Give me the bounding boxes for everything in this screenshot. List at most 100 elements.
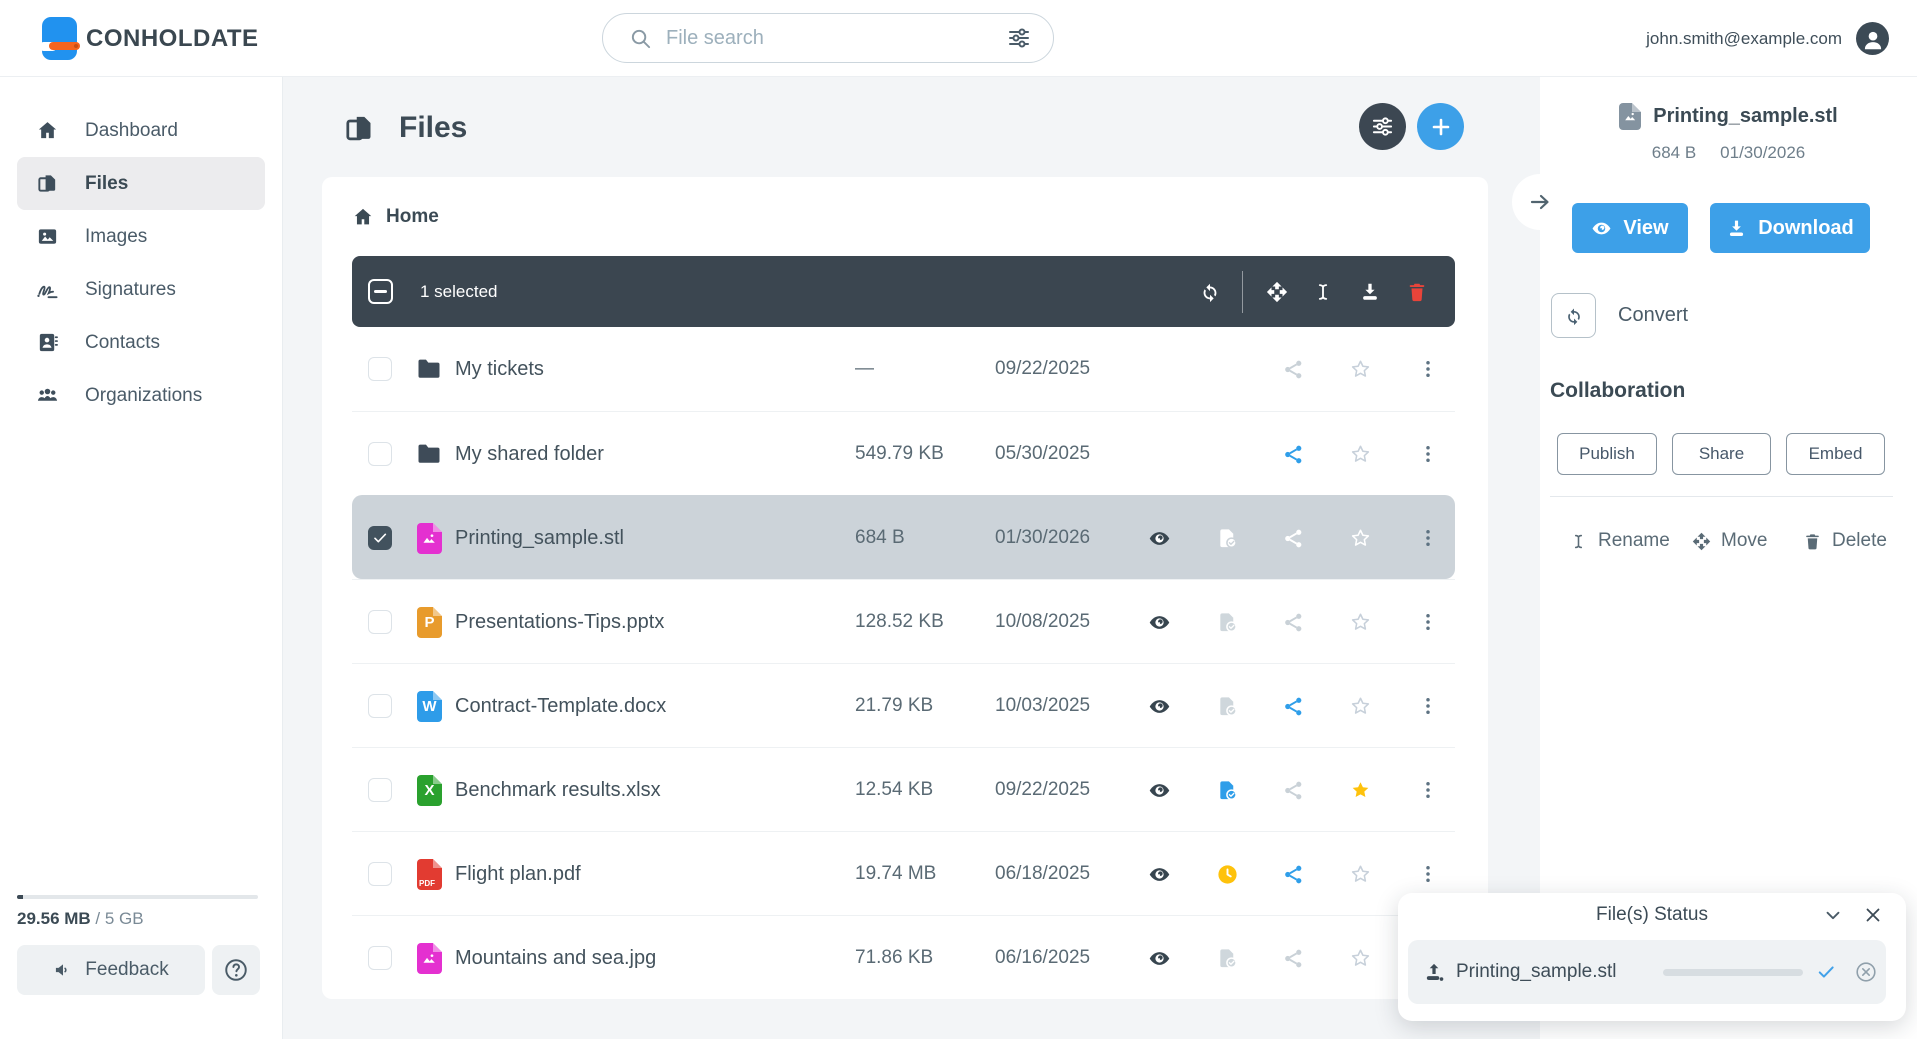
search-filter-icon[interactable] — [1007, 26, 1031, 50]
table-row[interactable]: P Presentations-Tips.pptx 128.52 KB 10/0… — [352, 579, 1455, 663]
more-options-icon[interactable] — [1408, 580, 1448, 664]
preview-eye-icon[interactable] — [1139, 832, 1179, 916]
share-icon[interactable] — [1273, 664, 1313, 748]
help-button[interactable] — [212, 945, 260, 995]
table-row[interactable]: My tickets — 09/22/2025 — [352, 327, 1455, 411]
row-checkbox[interactable] — [368, 442, 392, 466]
row-checkbox[interactable] — [368, 694, 392, 718]
refresh-button[interactable] — [1190, 256, 1230, 327]
docx-file-icon: W — [417, 691, 442, 722]
brand-logo[interactable]: CONHOLDATE — [42, 17, 259, 60]
select-all-checkbox[interactable] — [368, 279, 393, 304]
row-checkbox[interactable] — [368, 610, 392, 634]
sidebar-item-contacts[interactable]: Contacts — [0, 316, 282, 369]
table-row[interactable]: X Benchmark results.xlsx 12.54 KB 09/22/… — [352, 747, 1455, 831]
star-icon[interactable] — [1340, 748, 1380, 832]
sidebar-item-label: Organizations — [85, 385, 202, 407]
more-options-icon[interactable] — [1408, 412, 1448, 496]
search-input[interactable] — [666, 27, 1007, 50]
cancel-circle-icon[interactable] — [1854, 960, 1878, 984]
view-button[interactable]: View — [1572, 203, 1688, 253]
row-checkbox[interactable] — [368, 946, 392, 970]
star-icon[interactable] — [1340, 496, 1380, 580]
avatar[interactable] — [1856, 22, 1889, 55]
table-row[interactable]: W Contract-Template.docx 21.79 KB 10/03/… — [352, 663, 1455, 747]
file-size: 549.79 KB — [855, 412, 944, 496]
more-options-icon[interactable] — [1408, 748, 1448, 832]
download-button[interactable]: Download — [1710, 203, 1870, 253]
more-options-icon[interactable] — [1408, 664, 1448, 748]
add-button[interactable] — [1417, 103, 1464, 150]
row-checkbox[interactable] — [368, 357, 392, 381]
more-options-icon[interactable] — [1408, 327, 1448, 411]
table-row[interactable]: PDF Flight plan.pdf 19.74 MB 06/18/2025 — [352, 831, 1455, 915]
sidebar-item-signatures[interactable]: Signatures — [0, 263, 282, 316]
upload-progressbar — [1663, 969, 1803, 976]
file-status-icon[interactable] — [1207, 580, 1247, 664]
share-icon[interactable] — [1273, 496, 1313, 580]
publish-button[interactable]: Publish — [1557, 433, 1657, 475]
rename-action[interactable]: Rename — [1569, 519, 1670, 563]
breadcrumb-label: Home — [386, 206, 439, 228]
download-button[interactable] — [1350, 256, 1390, 327]
file-status-icon[interactable] — [1207, 916, 1247, 1000]
file-status-icon[interactable] — [1207, 748, 1247, 832]
file-status-icon[interactable] — [1207, 496, 1247, 580]
chevron-down-icon[interactable] — [1822, 904, 1844, 926]
collaboration-heading: Collaboration — [1550, 379, 1685, 403]
view-settings-button[interactable] — [1359, 103, 1406, 150]
share-icon[interactable] — [1273, 916, 1313, 1000]
share-icon[interactable] — [1273, 412, 1313, 496]
share-icon[interactable] — [1273, 832, 1313, 916]
embed-button[interactable]: Embed — [1786, 433, 1885, 475]
table-row[interactable]: My shared folder 549.79 KB 05/30/2025 — [352, 411, 1455, 495]
convert-button[interactable] — [1551, 293, 1596, 338]
delete-button[interactable] — [1397, 256, 1437, 327]
more-options-icon[interactable] — [1408, 496, 1448, 580]
collapse-panel-button[interactable] — [1512, 174, 1568, 230]
file-name: My shared folder — [455, 412, 604, 496]
preview-eye-icon[interactable] — [1139, 664, 1179, 748]
home-icon — [352, 206, 374, 228]
feedback-button[interactable]: Feedback — [17, 945, 205, 995]
sidebar-item-images[interactable]: Images — [0, 210, 282, 263]
preview-eye-icon[interactable] — [1139, 580, 1179, 664]
clock-pending-icon[interactable] — [1207, 832, 1247, 916]
file-status-icon[interactable] — [1207, 664, 1247, 748]
star-icon[interactable] — [1340, 412, 1380, 496]
view-label: View — [1623, 217, 1668, 240]
table-row-selected[interactable]: Printing_sample.stl 684 B 01/30/2026 — [352, 495, 1455, 579]
row-checkbox[interactable] — [368, 862, 392, 886]
preview-eye-icon[interactable] — [1139, 916, 1179, 1000]
close-icon[interactable] — [1862, 904, 1884, 926]
sidebar-item-label: Dashboard — [85, 120, 178, 142]
move-action[interactable]: Move — [1692, 519, 1767, 563]
star-icon[interactable] — [1340, 664, 1380, 748]
search-bar — [602, 13, 1054, 63]
star-icon[interactable] — [1340, 916, 1380, 1000]
download-icon — [1726, 218, 1747, 239]
trash-icon — [1406, 281, 1428, 303]
share-icon[interactable] — [1273, 748, 1313, 832]
breadcrumb[interactable]: Home — [352, 177, 439, 256]
rename-button[interactable] — [1303, 256, 1343, 327]
share-icon[interactable] — [1273, 580, 1313, 664]
search-icon — [629, 27, 652, 50]
preview-eye-icon[interactable] — [1139, 496, 1179, 580]
star-icon[interactable] — [1340, 832, 1380, 916]
table-row[interactable]: Mountains and sea.jpg 71.86 KB 06/16/202… — [352, 915, 1455, 999]
row-checkbox[interactable] — [368, 526, 392, 550]
preview-eye-icon[interactable] — [1139, 748, 1179, 832]
star-icon[interactable] — [1340, 580, 1380, 664]
share-button[interactable]: Share — [1672, 433, 1771, 475]
share-icon[interactable] — [1273, 327, 1313, 411]
delete-action[interactable]: Delete — [1803, 519, 1887, 563]
sidebar-item-files[interactable]: Files — [17, 157, 265, 210]
row-checkbox[interactable] — [368, 778, 392, 802]
sliders-icon — [1371, 115, 1394, 138]
convert-label[interactable]: Convert — [1618, 293, 1688, 338]
sidebar-item-organizations[interactable]: Organizations — [0, 369, 282, 422]
move-button[interactable] — [1257, 256, 1297, 327]
sidebar-item-dashboard[interactable]: Dashboard — [0, 104, 282, 157]
star-icon[interactable] — [1340, 327, 1380, 411]
